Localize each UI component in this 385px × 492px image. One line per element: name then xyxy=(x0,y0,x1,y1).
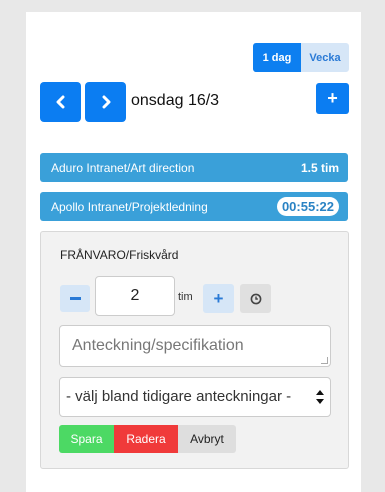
action-buttons: Spara Radera Avbryt xyxy=(59,425,236,453)
plus-icon: + xyxy=(327,88,338,108)
entry-hours: 1.5 tim xyxy=(300,160,339,175)
save-button[interactable]: Spara xyxy=(59,425,114,453)
entry-project: Aduro Intranet/Art direction xyxy=(51,160,195,175)
time-entry-row[interactable]: Aduro Intranet/Art direction 1.5 tim xyxy=(40,153,348,182)
entry-timer: 00:55:22 xyxy=(276,197,339,216)
increase-hours-button[interactable]: + xyxy=(203,284,234,313)
cancel-button[interactable]: Avbryt xyxy=(178,425,236,453)
delete-button[interactable]: Radera xyxy=(114,425,178,453)
add-entry-button[interactable]: + xyxy=(316,83,349,114)
hours-input[interactable] xyxy=(95,276,175,316)
view-week-button[interactable]: Vecka xyxy=(301,43,349,72)
timesheet-card: 1 dag Vecka onsdag 16/3 + Aduro Intranet… xyxy=(26,12,361,492)
note-textarea[interactable]: Anteckning/specifikation xyxy=(59,325,331,367)
clock-icon xyxy=(250,293,261,304)
select-arrows-icon xyxy=(316,390,324,404)
view-toggle: 1 dag Vecka xyxy=(253,43,349,72)
absence-panel: FRÅNVARO/Friskvård tim + Anteckning/spec… xyxy=(40,231,349,469)
hours-unit-label: tim xyxy=(178,291,193,303)
decrease-hours-button[interactable] xyxy=(60,285,90,312)
select-value: - välj bland tidigare anteckningar - xyxy=(66,388,292,405)
chevron-right-icon xyxy=(102,95,110,109)
resize-handle-icon[interactable] xyxy=(321,357,328,364)
view-day-button[interactable]: 1 dag xyxy=(253,43,301,72)
next-day-button[interactable] xyxy=(85,82,126,122)
note-placeholder: Anteckning/specifikation xyxy=(72,337,244,354)
previous-notes-select[interactable]: - välj bland tidigare anteckningar - xyxy=(59,377,331,417)
chevron-left-icon xyxy=(56,95,64,109)
current-date: onsdag 16/3 xyxy=(131,92,220,109)
prev-day-button[interactable] xyxy=(40,82,81,122)
timer-button[interactable] xyxy=(240,284,271,313)
minus-icon xyxy=(69,297,81,300)
time-entry-row[interactable]: Apollo Intranet/Projektledning 00:55:22 xyxy=(40,192,348,221)
absence-title: FRÅNVARO/Friskvård xyxy=(60,248,179,262)
entry-project: Apollo Intranet/Projektledning xyxy=(51,199,208,214)
plus-icon: + xyxy=(213,288,224,308)
